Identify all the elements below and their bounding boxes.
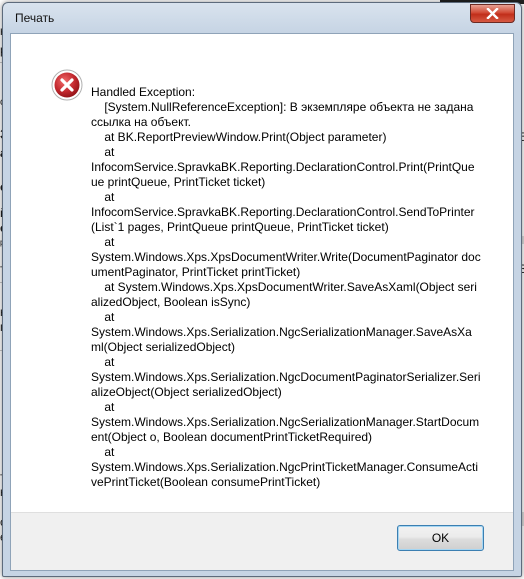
error-icon [51,69,83,101]
title-bar[interactable]: Печать [3,3,521,33]
dialog-body: Handled Exception: [System.NullReference… [10,33,514,571]
dialog-title: Печать [15,11,55,25]
close-button[interactable] [470,4,515,23]
close-icon [486,8,499,19]
error-dialog: Печать Handled Exception: [System.NullRe… [2,2,522,577]
dialog-footer: OK [11,512,513,570]
ok-button[interactable]: OK [397,525,484,551]
error-message: Handled Exception: [System.NullReference… [91,85,481,489]
